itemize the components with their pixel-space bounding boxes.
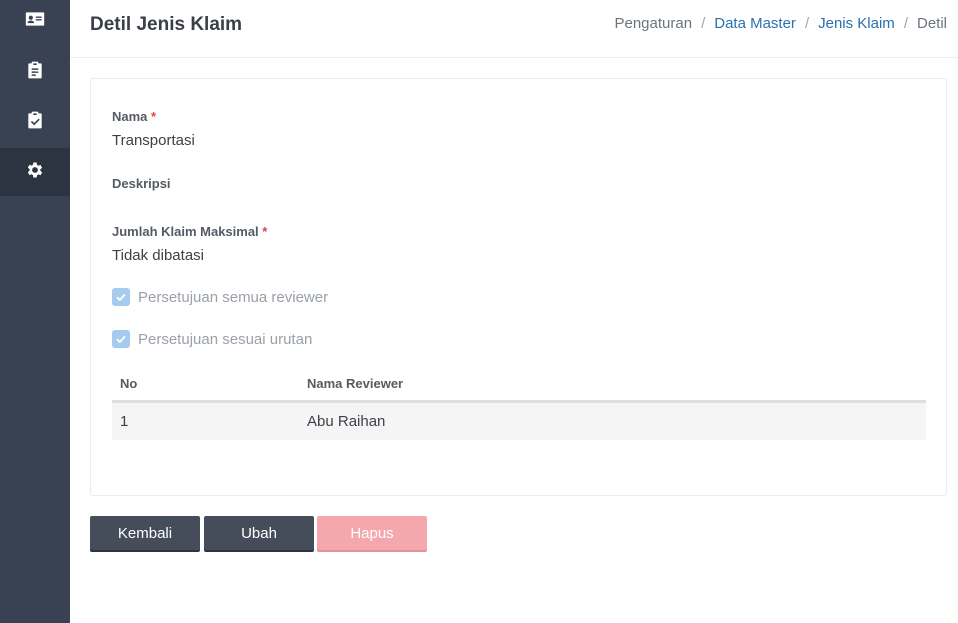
delete-button[interactable]: Hapus xyxy=(317,516,427,550)
deskripsi-label-text: Deskripsi xyxy=(112,176,171,191)
page-header: Detil Jenis Klaim Pengaturan / Data Mast… xyxy=(70,0,958,58)
column-header-nama-reviewer: Nama Reviewer xyxy=(307,376,404,391)
checkbox-sequential[interactable] xyxy=(112,330,130,348)
breadcrumb-separator: / xyxy=(804,15,810,32)
clipboard-check-icon xyxy=(25,110,45,135)
sidebar-item-settings[interactable] xyxy=(0,148,70,196)
sidebar-item-profile[interactable] xyxy=(0,0,70,45)
edit-button[interactable]: Ubah xyxy=(204,516,314,550)
table-row: 1 Abu Raihan xyxy=(112,403,926,440)
cell-no: 1 xyxy=(120,413,129,430)
checkmark-icon xyxy=(116,293,126,302)
checkbox-row-sequential: Persetujuan sesuai urutan xyxy=(112,330,312,348)
column-header-no: No xyxy=(120,376,138,391)
checkbox-all-reviewers[interactable] xyxy=(112,288,130,306)
clipboard-list-icon xyxy=(25,60,45,85)
deskripsi-label: Deskripsi xyxy=(112,176,171,191)
sidebar-item-approvals[interactable] xyxy=(0,98,70,146)
jumlah-klaim-label: Jumlah Klaim Maksimal * xyxy=(112,224,267,239)
sidebar xyxy=(0,0,70,623)
required-marker: * xyxy=(151,109,157,124)
reviewer-table: No Nama Reviewer 1 Abu Raihan xyxy=(112,365,926,440)
breadcrumb-item-detil: Detil xyxy=(916,15,947,32)
breadcrumb-item-pengaturan: Pengaturan xyxy=(614,15,693,32)
sidebar-item-claims[interactable] xyxy=(0,48,70,96)
checkbox-label-all-reviewers: Persetujuan semua reviewer xyxy=(138,288,329,306)
checkmark-icon xyxy=(116,335,126,344)
page-title: Detil Jenis Klaim xyxy=(90,14,243,35)
table-header: No Nama Reviewer xyxy=(112,365,926,403)
gear-icon xyxy=(25,160,45,185)
breadcrumb-separator: / xyxy=(903,15,908,32)
breadcrumb-link-jenis-klaim[interactable]: Jenis Klaim xyxy=(818,15,895,32)
id-card-icon xyxy=(25,9,45,34)
breadcrumb-separator: / xyxy=(701,15,706,32)
checkbox-label-sequential: Persetujuan sesuai urutan xyxy=(138,330,313,348)
jumlah-klaim-value: Tidak dibatasi xyxy=(112,247,204,264)
breadcrumb: Pengaturan / Data Master / Jenis Klaim /… xyxy=(614,15,947,32)
nama-label: Nama * xyxy=(112,109,156,124)
checkbox-row-all-reviewers: Persetujuan semua reviewer xyxy=(112,288,328,306)
cell-reviewer-name: Abu Raihan xyxy=(307,413,386,430)
jumlah-klaim-label-text: Jumlah Klaim Maksimal xyxy=(112,224,259,239)
detail-card: Nama * Transportasi Deskripsi Jumlah Kla… xyxy=(90,78,947,496)
breadcrumb-link-data-master[interactable]: Data Master xyxy=(714,15,796,32)
nama-value: Transportasi xyxy=(112,132,195,149)
back-button[interactable]: Kembali xyxy=(90,516,200,550)
nama-label-text: Nama xyxy=(112,109,148,124)
required-marker: * xyxy=(262,224,268,239)
